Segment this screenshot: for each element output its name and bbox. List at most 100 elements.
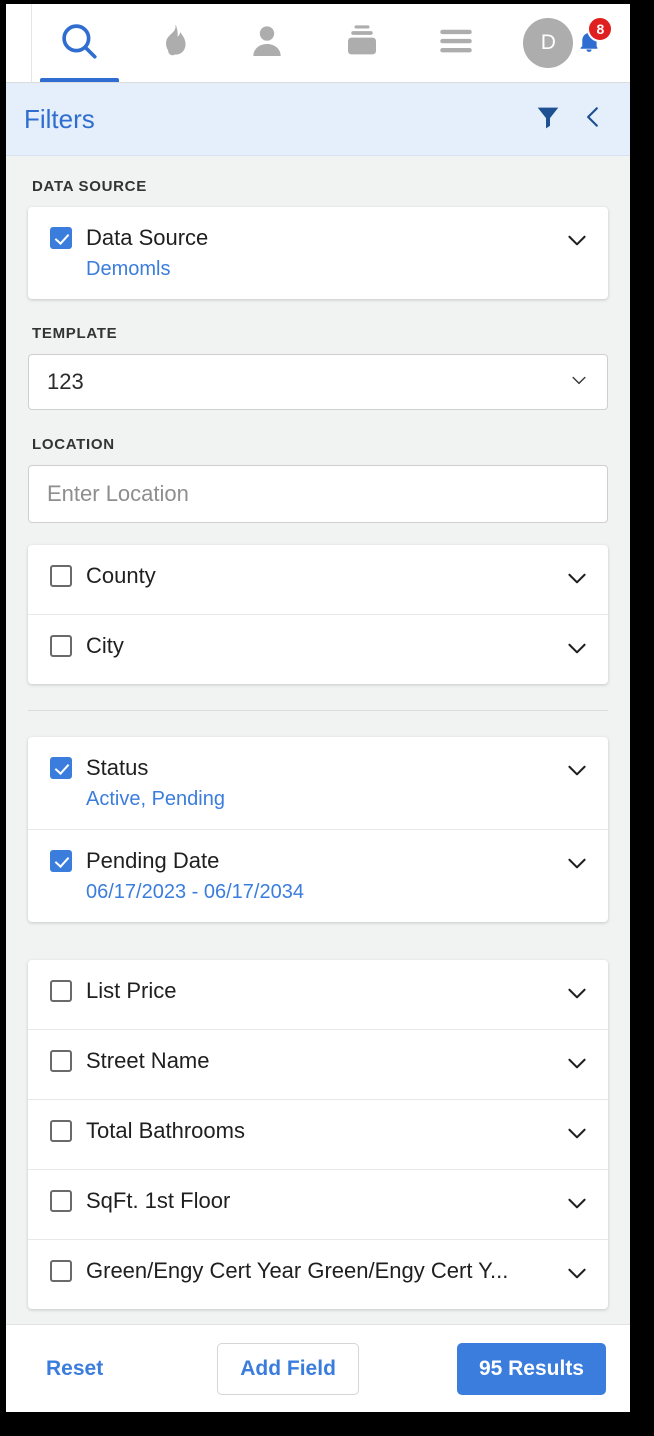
row-label: City	[86, 633, 124, 658]
notification-badge: 8	[587, 16, 614, 42]
hamburger-menu-icon	[435, 20, 477, 67]
row-header: City	[50, 633, 552, 659]
row-content: Street Name	[50, 1048, 552, 1074]
chevron-down-icon	[569, 370, 589, 395]
checkbox-pending-date[interactable]	[50, 850, 72, 872]
add-field-button[interactable]: Add Field	[217, 1342, 359, 1395]
row-label: Status	[86, 755, 149, 780]
nav-account: D 8	[503, 4, 630, 82]
page-title: Filters	[24, 103, 95, 134]
chevron-down-icon[interactable]	[564, 980, 590, 1011]
section-label-data-source: DATA SOURCE	[32, 178, 147, 195]
row-header: Data Source	[50, 225, 552, 251]
nav-search[interactable]	[31, 4, 126, 82]
top-navigation-bar: D 8	[6, 4, 630, 83]
section-label-location: LOCATION	[32, 436, 115, 453]
filter-row-total-bathrooms[interactable]: Total Bathrooms	[28, 1099, 608, 1169]
row-label: Data Source	[86, 225, 209, 250]
checkbox-city[interactable]	[50, 635, 72, 657]
header-actions	[534, 102, 606, 137]
funnel-icon[interactable]	[534, 103, 562, 136]
avatar[interactable]: D	[523, 18, 574, 68]
filter-row-county[interactable]: County	[28, 545, 608, 614]
filter-row-status[interactable]: Status Active, Pending	[28, 737, 608, 829]
filters-scroll-area[interactable]: DATA SOURCE Data Source Demomls TEMPLATE…	[6, 156, 630, 1324]
checkbox-status[interactable]	[50, 757, 72, 779]
filter-row-city[interactable]: City	[28, 614, 608, 684]
row-content: Status Active, Pending	[50, 755, 552, 811]
notifications-button[interactable]: 8	[569, 16, 614, 68]
row-header: Total Bathrooms	[50, 1118, 552, 1144]
flame-icon	[154, 22, 192, 65]
template-select[interactable]: 123	[28, 354, 608, 410]
row-label: Street Name	[86, 1048, 210, 1073]
chevron-down-icon[interactable]	[564, 1260, 590, 1291]
checkbox-total-bathrooms[interactable]	[50, 1120, 72, 1142]
row-content: Total Bathrooms	[50, 1118, 552, 1144]
row-header: List Price	[50, 978, 552, 1004]
filter-row-green-engy-cert-year[interactable]: Green/Engy Cert Year Green/Engy Cert Y..…	[28, 1239, 608, 1309]
filter-row-street-name[interactable]: Street Name	[28, 1029, 608, 1099]
row-content: City	[50, 633, 552, 659]
app-screen: D 8 Filters DATA SOURCE Data Source Demo…	[6, 4, 630, 1412]
chevron-down-icon[interactable]	[564, 757, 590, 788]
chevron-left-icon[interactable]	[580, 102, 606, 137]
chevron-down-icon[interactable]	[564, 565, 590, 596]
nav-contacts[interactable]	[220, 4, 314, 82]
row-label: County	[86, 563, 156, 588]
nav-cards[interactable]	[315, 4, 409, 82]
cards-stack-icon	[342, 21, 382, 66]
row-header: Street Name	[50, 1048, 552, 1074]
row-header: County	[50, 563, 552, 589]
chevron-down-icon[interactable]	[564, 850, 590, 881]
row-content: List Price	[50, 978, 552, 1004]
nav-menu[interactable]	[409, 4, 503, 82]
row-label: Green/Engy Cert Year Green/Engy Cert Y..…	[86, 1258, 509, 1283]
row-value: 06/17/2023 - 06/17/2034	[86, 881, 304, 903]
row-label: Total Bathrooms	[86, 1118, 245, 1143]
results-button[interactable]: 95 Results	[456, 1342, 606, 1395]
avatar-initial: D	[540, 31, 557, 54]
location-filters-card: County City	[28, 545, 608, 684]
checkbox-data-source[interactable]	[50, 227, 72, 249]
checkbox-sqft-1st-floor[interactable]	[50, 1190, 72, 1212]
row-header: Pending Date	[50, 848, 552, 874]
chevron-down-icon[interactable]	[564, 227, 590, 258]
search-icon	[58, 20, 100, 67]
row-content: Data Source Demomls	[50, 225, 552, 281]
filter-row-list-price[interactable]: List Price	[28, 960, 608, 1029]
location-input[interactable]	[28, 465, 608, 523]
row-content: SqFt. 1st Floor	[50, 1188, 552, 1214]
row-header: SqFt. 1st Floor	[50, 1188, 552, 1214]
row-header: Green/Engy Cert Year Green/Engy Cert Y..…	[50, 1258, 552, 1284]
filters-header: Filters	[6, 83, 630, 156]
person-icon	[247, 21, 287, 66]
filter-row-data-source[interactable]: Data Source Demomls	[28, 207, 608, 299]
section-divider	[28, 710, 608, 711]
nav-hotsheet[interactable]	[126, 4, 220, 82]
row-value: Demomls	[86, 258, 171, 280]
filter-row-pending-date[interactable]: Pending Date 06/17/2023 - 06/17/2034	[28, 829, 608, 922]
row-content: Green/Engy Cert Year Green/Engy Cert Y..…	[50, 1258, 552, 1284]
reset-button[interactable]: Reset	[30, 1347, 119, 1391]
device-frame: D 8 Filters DATA SOURCE Data Source Demo…	[0, 0, 654, 1436]
row-value: Active, Pending	[86, 788, 225, 810]
status-filters-card: Status Active, Pending Pending Date 06/1…	[28, 737, 608, 922]
filters-footer: Reset Add Field 95 Results	[6, 1324, 630, 1412]
template-selected-value: 123	[47, 369, 84, 394]
row-label: SqFt. 1st Floor	[86, 1188, 231, 1213]
row-label: Pending Date	[86, 848, 220, 873]
filter-row-sqft-1st-floor[interactable]: SqFt. 1st Floor	[28, 1169, 608, 1239]
section-label-template: TEMPLATE	[32, 325, 118, 342]
checkbox-street-name[interactable]	[50, 1050, 72, 1072]
checkbox-county[interactable]	[50, 565, 72, 587]
checkbox-list-price[interactable]	[50, 980, 72, 1002]
checkbox-green-engy-cert-year[interactable]	[50, 1260, 72, 1282]
chevron-down-icon[interactable]	[564, 1190, 590, 1221]
chevron-down-icon[interactable]	[564, 1120, 590, 1151]
chevron-down-icon[interactable]	[564, 1050, 590, 1081]
chevron-down-icon[interactable]	[564, 635, 590, 666]
